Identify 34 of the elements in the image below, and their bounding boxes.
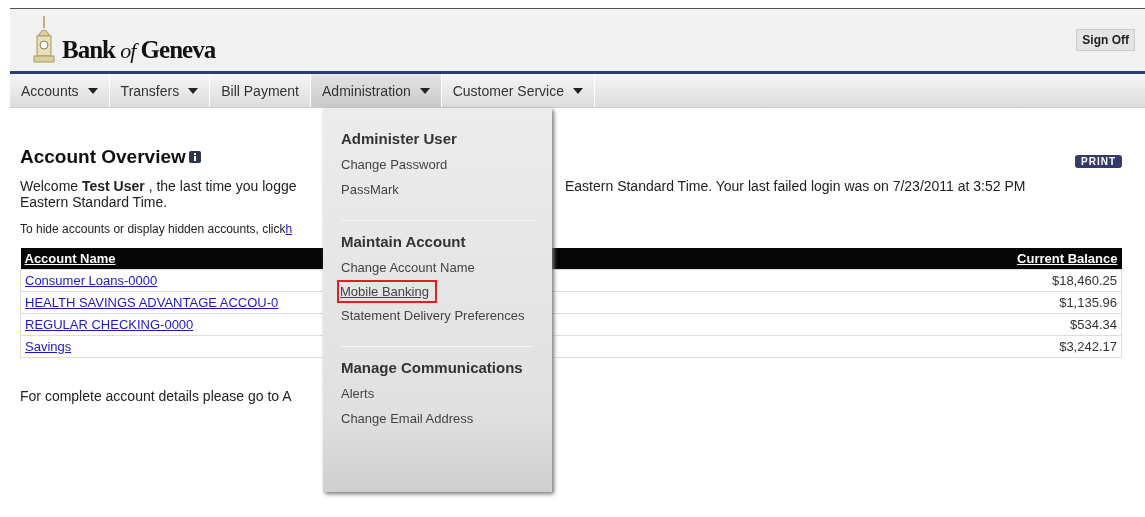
hide-accounts-link[interactable]: h xyxy=(285,222,293,236)
welcome-text: Welcome Test User , the last time you logge xyxy=(20,178,298,194)
menu-item[interactable]: Mobile Banking xyxy=(339,282,435,301)
menu-item[interactable]: Alerts xyxy=(341,383,375,404)
balance-cell: $3,242.17 xyxy=(799,335,1122,358)
column-header[interactable]: Current Balance xyxy=(1017,251,1118,266)
hide-accounts-text: To hide accounts or display hidden accounts, click xyxy=(20,222,286,236)
menu-item[interactable]: Change Account Name xyxy=(341,257,475,278)
menu-heading: Maintain Account xyxy=(341,233,467,250)
info-icon[interactable] xyxy=(188,151,201,163)
menu-heading: Manage Communications xyxy=(341,359,524,376)
nav-tab[interactable]: Transfers xyxy=(109,74,211,107)
menu-item[interactable]: Change Password xyxy=(341,154,448,175)
menu-item[interactable]: Statement Delivery Preferences xyxy=(341,305,525,326)
balance-cell: $18,460.25 xyxy=(799,269,1122,292)
welcome-text: Eastern Standard Time. Your last failed login was on 7/23/2011 at 3:52 PM xyxy=(565,178,1026,194)
balance-cell: $534.34 xyxy=(799,313,1122,336)
menu-item[interactable]: PassMark xyxy=(341,179,399,200)
balance-cell: $1,135.96 xyxy=(799,291,1122,314)
menu-heading: Administer User xyxy=(341,130,458,147)
account-link[interactable]: Consumer Loans-0000 xyxy=(25,273,158,288)
account-details-text: For complete account details please go to A xyxy=(20,388,292,404)
account-link[interactable]: REGULAR CHECKING-0000 xyxy=(25,317,194,332)
clock-tower-icon xyxy=(32,16,56,64)
nav-tab[interactable]: Administration xyxy=(311,74,442,107)
welcome-text: Eastern Standard Time. xyxy=(20,194,169,210)
print-button[interactable]: PRINT xyxy=(1075,155,1122,168)
sign-off-button[interactable]: Sign Off xyxy=(1076,29,1135,51)
page-title: Account Overview xyxy=(20,146,186,168)
nav-tab[interactable]: Accounts xyxy=(10,74,110,107)
column-header[interactable]: Account Name xyxy=(24,251,116,266)
menu-item[interactable]: Change Email Address xyxy=(341,408,474,429)
account-link[interactable]: Savings xyxy=(25,339,72,354)
nav-tab[interactable]: Customer Service xyxy=(441,74,595,107)
